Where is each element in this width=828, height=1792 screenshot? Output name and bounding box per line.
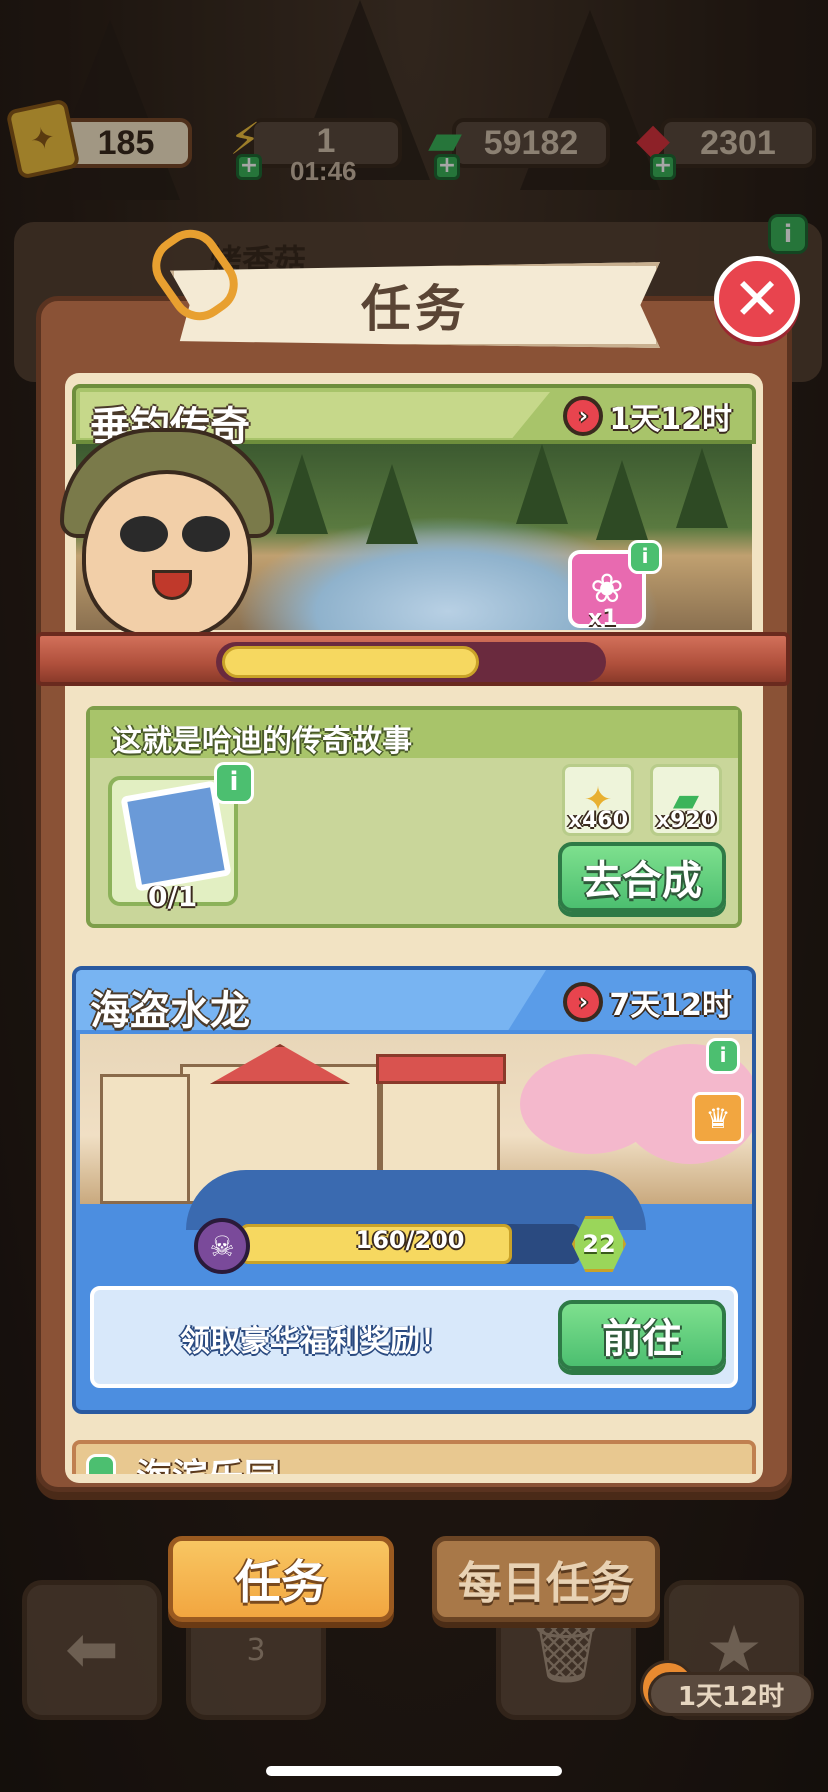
info-icon[interactable]: i	[214, 762, 254, 804]
quest-timer-value: 7天12时	[609, 988, 732, 1023]
mansion-wing	[100, 1074, 190, 1204]
quest-card-header: 海盗水龙 › 7天12时	[76, 970, 752, 1034]
pine-tree	[516, 444, 568, 524]
item-count: 0/1	[148, 880, 198, 913]
clock-icon: ›	[563, 982, 604, 1022]
quest-card-partial[interactable]: 海滨乐园	[72, 1440, 756, 1474]
quest-title: 海滨乐园	[136, 1448, 280, 1474]
panel-header: 任务	[170, 262, 660, 348]
quest-timer: › 7天12时	[563, 980, 732, 1024]
progress-frame	[186, 1170, 646, 1230]
event-timer: 1天12时	[648, 1672, 814, 1716]
pine-tree	[366, 464, 418, 544]
panel-title: 任务	[361, 280, 469, 338]
back-arrow-icon[interactable]: ⬅	[22, 1580, 162, 1720]
reward-ticket-count: x460	[567, 808, 629, 833]
character-face	[82, 470, 252, 640]
info-icon[interactable]: i	[706, 1038, 740, 1074]
pine-tree	[596, 460, 648, 540]
info-icon[interactable]: i	[628, 540, 662, 574]
reward-message: 领取豪华福利奖励！	[180, 1324, 450, 1359]
pine-tree	[276, 454, 328, 534]
go-merge-button[interactable]: 去合成	[558, 842, 726, 912]
quest-title: 海盗水龙	[90, 988, 250, 1034]
bomb-icon: ☠	[194, 1218, 250, 1274]
close-button[interactable]: ✕	[714, 256, 800, 342]
event-timer-value: 1天12时	[677, 1681, 785, 1712]
reward-cash-count: x920	[655, 808, 717, 833]
quest-timer: › 1天12时	[563, 394, 732, 438]
mansion-roof	[376, 1054, 506, 1084]
gift-count: x1	[588, 606, 618, 631]
character-sunglasses	[120, 516, 230, 552]
progress-fill	[222, 646, 479, 678]
nav-badge: 3	[246, 1632, 266, 1668]
home-indicator[interactable]	[266, 1766, 562, 1776]
pine-tree	[676, 448, 728, 528]
go-button[interactable]: 前往	[558, 1300, 726, 1370]
clock-icon: ›	[563, 396, 604, 436]
trophy-icon[interactable]: ♛	[692, 1092, 744, 1144]
tab-tasks[interactable]: 任务	[168, 1536, 394, 1622]
task-title: 这就是哈迪的传奇故事	[112, 724, 412, 759]
progress-text: 160/200	[355, 1226, 465, 1254]
tab-daily-tasks[interactable]: 每日任务	[432, 1536, 660, 1622]
quest-timer-value: 1天12时	[609, 402, 732, 437]
info-icon	[86, 1454, 116, 1474]
